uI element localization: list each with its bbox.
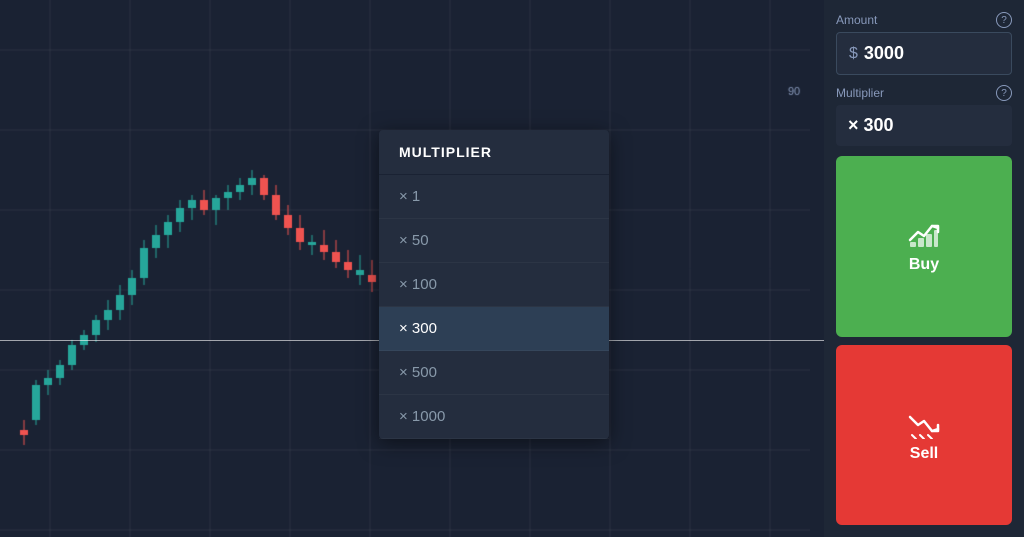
multiplier-option-50[interactable]: × 50 — [379, 219, 609, 263]
chart-area: MULTIPLIER × 1 × 50 × 100 × 300 × 500 × … — [0, 0, 824, 537]
multiplier-label: Multiplier — [836, 86, 884, 100]
amount-section: Amount ? $ — [836, 12, 1012, 75]
amount-help-icon[interactable]: ? — [996, 12, 1012, 28]
multiplier-option-1[interactable]: × 1 — [379, 175, 609, 219]
multiplier-option-1000[interactable]: × 1000 — [379, 395, 609, 439]
sell-icon — [908, 407, 940, 439]
sell-label: Sell — [910, 445, 938, 463]
multiplier-help-icon[interactable]: ? — [996, 85, 1012, 101]
trade-buttons: Buy Sell — [836, 156, 1012, 525]
buy-button[interactable]: Buy — [836, 156, 1012, 337]
multiplier-display[interactable]: × 300 — [836, 105, 1012, 146]
multiplier-section: Multiplier ? × 300 — [836, 85, 1012, 146]
currency-symbol: $ — [849, 45, 858, 63]
multiplier-label-row: Multiplier ? — [836, 85, 1012, 101]
multiplier-panel: MULTIPLIER × 1 × 50 × 100 × 300 × 500 × … — [379, 130, 609, 439]
amount-input[interactable] — [864, 43, 999, 64]
multiplier-option-300[interactable]: × 300 — [379, 307, 609, 351]
amount-field[interactable]: $ — [836, 32, 1012, 75]
right-panel: Amount ? $ Multiplier ? × 300 Buy — [824, 0, 1024, 537]
buy-label: Buy — [909, 256, 939, 274]
amount-label: Amount — [836, 13, 877, 27]
sell-button[interactable]: Sell — [836, 345, 1012, 526]
buy-icon — [908, 218, 940, 250]
multiplier-panel-header: MULTIPLIER — [379, 130, 609, 175]
multiplier-option-100[interactable]: × 100 — [379, 263, 609, 307]
multiplier-option-500[interactable]: × 500 — [379, 351, 609, 395]
amount-label-row: Amount ? — [836, 12, 1012, 28]
